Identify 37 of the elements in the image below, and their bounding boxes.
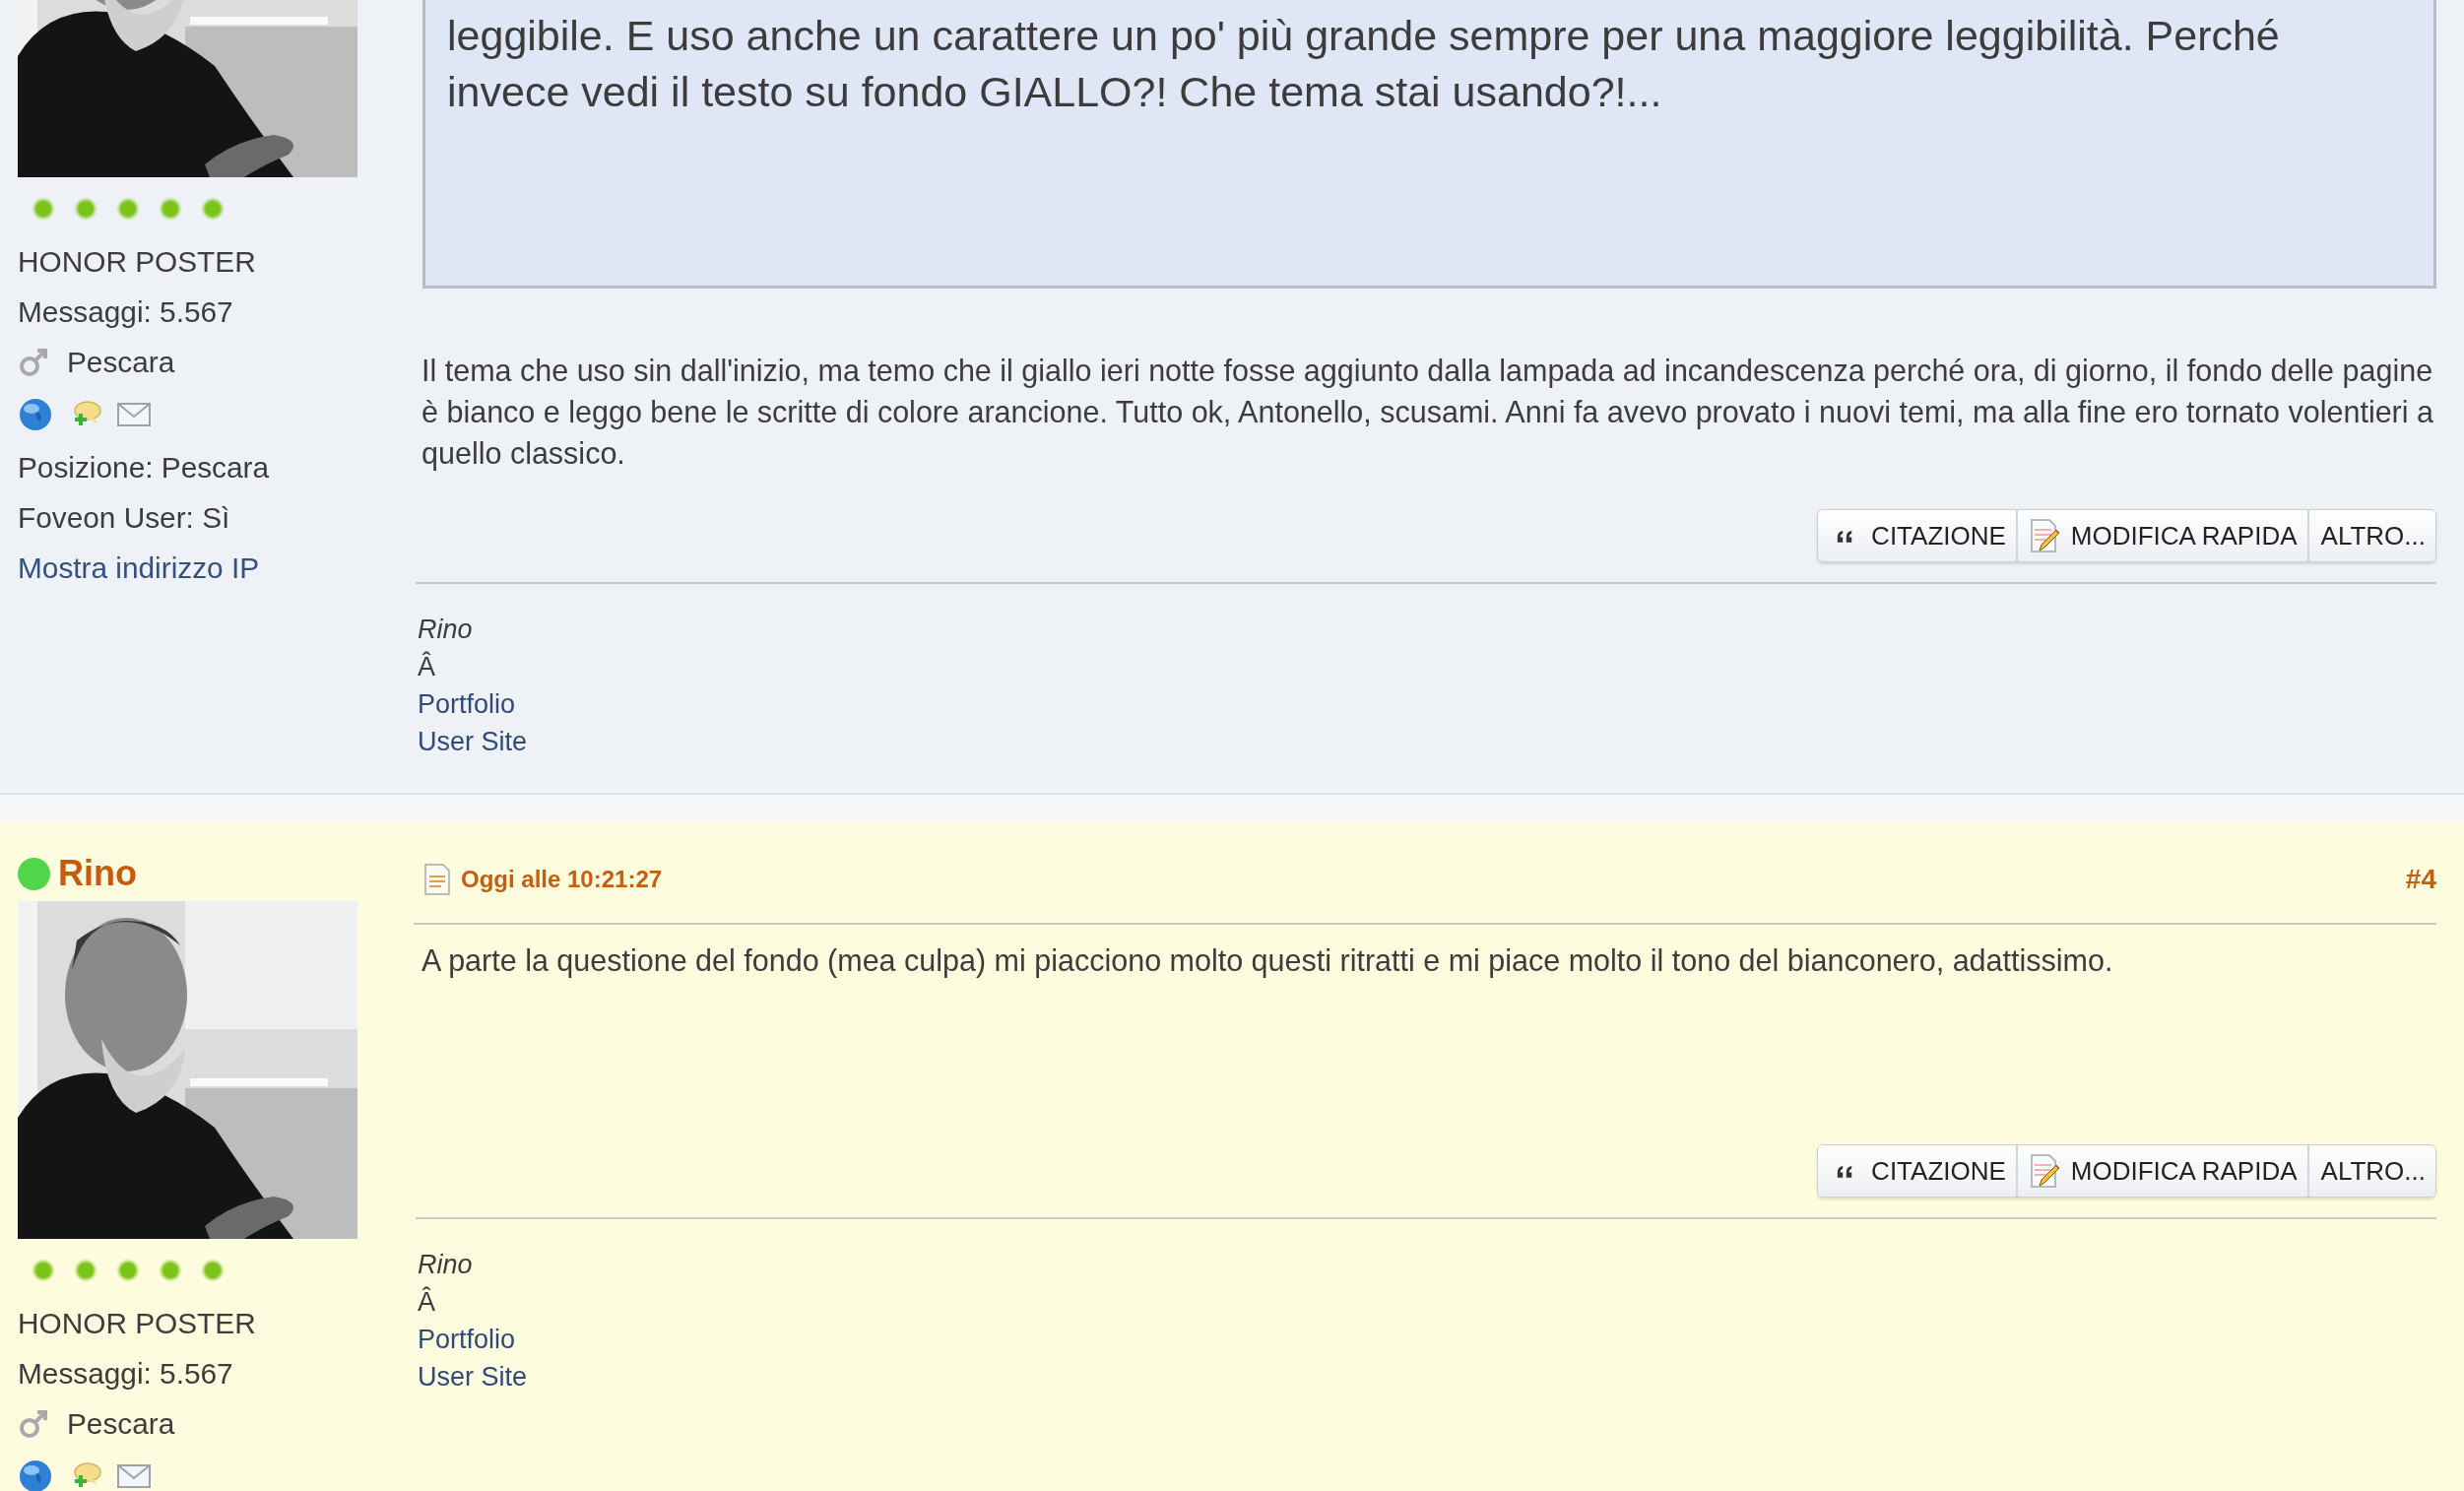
post-count: Messaggi: 5.567	[18, 1356, 233, 1392]
signature-link[interactable]: Portfolio	[418, 1321, 516, 1358]
post-text: Il tema che uso sin dall'inizio, ma temo che il giallo ieri notte fosse aggiunto dalla lampada ad incandescenza perché ora, di giorno, il fondo delle pagine è bianco e leggo bene le scritte di colore arancione. Tutto ok, Antonello, scusami. Anni fa avevo provato i nuovi temi, ma alla fine ero tornato volentieri a quello classico.	[421, 353, 2434, 473]
post-action-button[interactable]: CITAZIONE	[1818, 1145, 2016, 1197]
post-count: Messaggi: 5.567	[18, 294, 233, 330]
edit-icon	[2029, 1153, 2059, 1189]
location-label: Pescara	[67, 1406, 175, 1442]
gender-icon	[18, 346, 49, 378]
ip-link[interactable]: Mostra indirizzo IP	[18, 543, 260, 593]
signature-text: Â	[418, 1285, 435, 1319]
globe-icon[interactable]	[18, 398, 53, 431]
profile-detail: Posizione: Pescara	[18, 450, 270, 486]
post-number[interactable]: #4	[2405, 864, 2436, 895]
post-action-button[interactable]: ALTRO...	[2306, 1145, 2435, 1197]
globe-icon[interactable]	[18, 1459, 53, 1491]
quote-icon	[1836, 1164, 1854, 1178]
signature-name: Rino	[418, 1249, 473, 1281]
post-action-button[interactable]: CITAZIONE	[1818, 510, 2016, 561]
signature-link[interactable]: Portfolio	[418, 685, 516, 723]
rank-label: HONOR POSTER	[18, 1306, 256, 1341]
post-action-button[interactable]: MODIFICA RAPIDA	[2015, 510, 2307, 561]
quote-icon	[1836, 529, 1854, 543]
post-action-button[interactable]: ALTRO...	[2306, 510, 2435, 561]
profile-detail: Foveon User: Sì	[18, 500, 230, 536]
signature-text: Â	[418, 650, 435, 683]
signature-name: Rino	[418, 614, 473, 646]
post-action-button[interactable]: MODIFICA RAPIDA	[2015, 1145, 2307, 1197]
edit-icon	[2029, 518, 2059, 553]
location-label: Pescara	[67, 345, 175, 380]
quote-block: leggibile. E uso anche un carattere un po' più grande sempre per una maggiore leggibilità. Perché invece vedi il testo su fondo GIALLO?! Che tema stai usando?!...	[422, 0, 2436, 289]
author-name[interactable]: Rino	[58, 852, 137, 895]
rank-label: HONOR POSTER	[18, 244, 256, 280]
gender-icon	[18, 1407, 49, 1440]
post-date: Oggi alle 10:21:27	[461, 866, 663, 893]
signature-link[interactable]: User Site	[418, 723, 528, 760]
document-icon	[423, 863, 451, 896]
signature-link[interactable]: User Site	[418, 1358, 528, 1395]
